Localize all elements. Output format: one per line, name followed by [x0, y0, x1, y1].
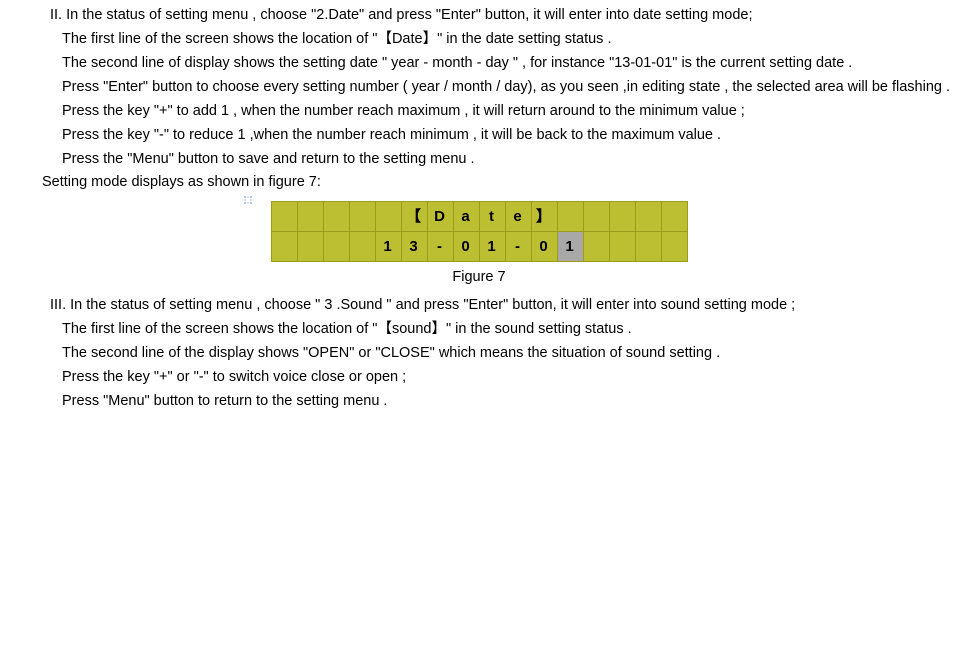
paragraph: The first line of the screen shows the l… — [0, 28, 958, 52]
lcd-cell — [609, 202, 635, 232]
paragraph-text: Press "Enter" button to choose every set… — [62, 79, 950, 95]
lcd-cell: t — [479, 202, 505, 232]
lcd-cell — [297, 232, 323, 262]
lcd-cell — [349, 232, 375, 262]
lcd-cell — [609, 232, 635, 262]
section-ii-heading: II. In the status of setting menu , choo… — [0, 4, 958, 28]
paragraph-text: Press the key "-" to reduce 1 ,when the … — [62, 127, 721, 143]
lcd-cell: 1 — [557, 232, 583, 262]
lcd-row-1: 【Date】 — [271, 202, 687, 232]
paragraph-text: Setting mode displays as shown in figure… — [42, 174, 321, 190]
lcd-cell — [635, 232, 661, 262]
lcd-cell — [271, 232, 297, 262]
lcd-cell: 3 — [401, 232, 427, 262]
lcd-cell — [661, 202, 687, 232]
paragraph-text: The second line of display shows the set… — [62, 55, 852, 71]
paragraph: The second line of display shows the set… — [0, 52, 958, 76]
lcd-cell: 【 — [401, 202, 427, 232]
paragraph-text: The first line of the screen shows the l… — [62, 31, 612, 47]
lcd-cell — [583, 232, 609, 262]
paragraph-text: II. In the status of setting menu , choo… — [50, 7, 752, 23]
section-iii-heading: III. In the status of setting menu , cho… — [0, 294, 958, 318]
lcd-cell: 1 — [479, 232, 505, 262]
lcd-cell: 】 — [531, 202, 557, 232]
lcd-cell: a — [453, 202, 479, 232]
paragraph-text: Press the key "+" to add 1 , when the nu… — [62, 103, 745, 119]
paragraph: Press "Menu" button to return to the set… — [0, 390, 958, 414]
lcd-cell: 1 — [375, 232, 401, 262]
lcd-cell — [297, 202, 323, 232]
anchor-handle-icon — [242, 191, 254, 203]
figure-caption: Figure 7 — [452, 266, 505, 290]
lcd-cell — [583, 202, 609, 232]
figure-7: 【Date】 13-01-01 Figure 7 — [0, 201, 958, 290]
lcd-cell — [271, 202, 297, 232]
paragraph: Press the key "+" or "-" to switch voice… — [0, 366, 958, 390]
lcd-cell — [661, 232, 687, 262]
lcd-cell — [635, 202, 661, 232]
paragraph: Setting mode displays as shown in figure… — [0, 171, 958, 195]
lcd-cell — [349, 202, 375, 232]
lcd-cell: - — [427, 232, 453, 262]
lcd-cell: e — [505, 202, 531, 232]
paragraph: Press "Enter" button to choose every set… — [0, 76, 958, 100]
lcd-cell: 0 — [531, 232, 557, 262]
lcd-cell — [557, 202, 583, 232]
lcd-cell: - — [505, 232, 531, 262]
lcd-cell: 0 — [453, 232, 479, 262]
paragraph: Press the "Menu" button to save and retu… — [0, 148, 958, 172]
paragraph-text: III. In the status of setting menu , cho… — [50, 297, 795, 313]
paragraph-text: Press the key "+" or "-" to switch voice… — [62, 369, 406, 385]
paragraph-text: Press "Menu" button to return to the set… — [62, 393, 387, 409]
lcd-row-2: 13-01-01 — [271, 232, 687, 262]
paragraph: Press the key "-" to reduce 1 ,when the … — [0, 124, 958, 148]
paragraph: Press the key "+" to add 1 , when the nu… — [0, 100, 958, 124]
lcd-display: 【Date】 13-01-01 — [271, 201, 688, 262]
document-content: II. In the status of setting menu , choo… — [0, 4, 958, 414]
lcd-cell: D — [427, 202, 453, 232]
paragraph-text: Press the "Menu" button to save and retu… — [62, 151, 475, 167]
lcd-cell — [323, 202, 349, 232]
paragraph-text: The first line of the screen shows the l… — [62, 321, 632, 337]
lcd-cell — [375, 202, 401, 232]
lcd-cell — [323, 232, 349, 262]
paragraph: The first line of the screen shows the l… — [0, 318, 958, 342]
paragraph-text: The second line of the display shows "OP… — [62, 345, 720, 361]
paragraph: The second line of the display shows "OP… — [0, 342, 958, 366]
